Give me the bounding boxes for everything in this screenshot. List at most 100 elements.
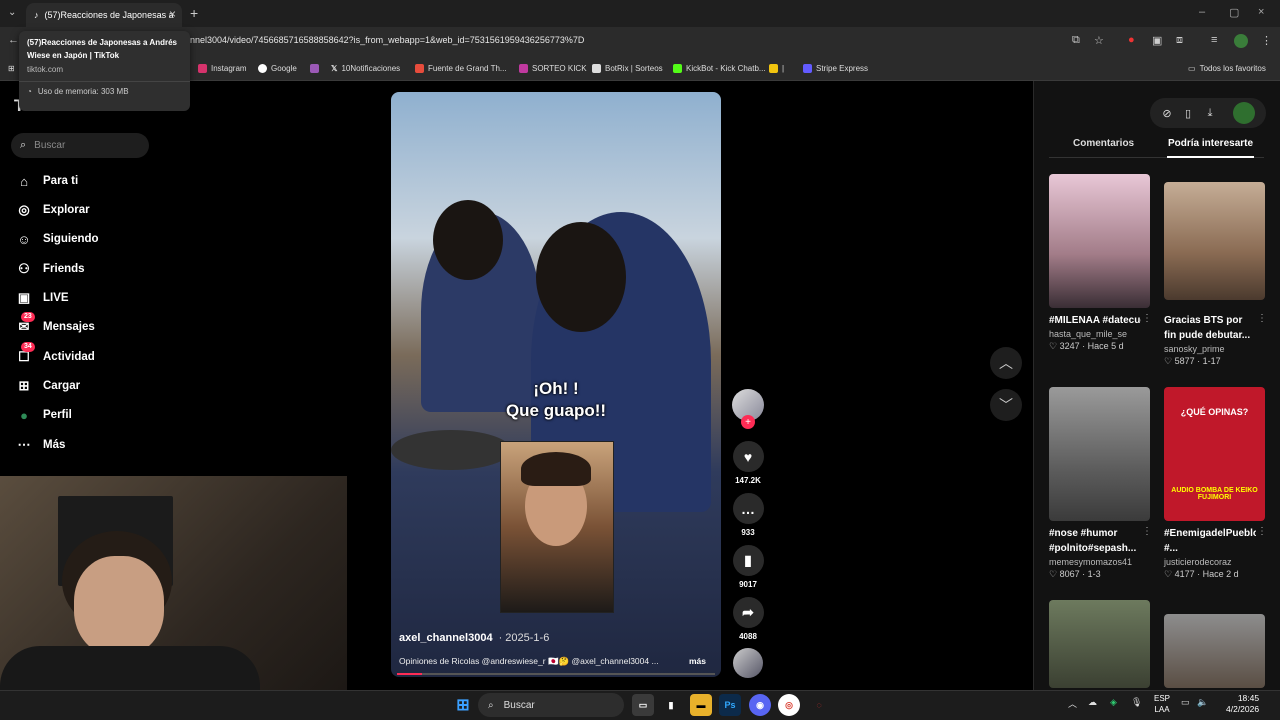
card-user[interactable]: justicierodecoraz xyxy=(1164,557,1265,567)
share-action[interactable]: ➦ 4088 xyxy=(732,597,764,641)
card-thumbnail[interactable] xyxy=(1164,182,1265,300)
tray-app-icon[interactable]: ☁ xyxy=(1088,697,1097,708)
sidebar-item-actividad[interactable]: ☐ 34 Actividad xyxy=(16,342,95,368)
like-action[interactable]: ♥ 147.2K xyxy=(732,441,764,485)
bookmark-botrix[interactable]: BotRix | Sorteos xyxy=(592,61,663,75)
cast-icon[interactable]: ⧉ xyxy=(1072,34,1080,47)
previous-video-button[interactable]: ︿ xyxy=(990,347,1022,379)
recommended-card-4[interactable]: ¿QUÉ OPINAS? AUDIO BOMBA DE KEIKO FUJIMO… xyxy=(1164,387,1267,580)
tray-shield-icon[interactable]: ◈ xyxy=(1110,697,1117,708)
card-user[interactable]: sanosky_prime xyxy=(1164,344,1265,354)
volume-icon[interactable]: 🔈 xyxy=(1197,697,1208,708)
video-author[interactable]: axel_channel3004 · 2025-1-6 xyxy=(399,632,549,644)
bookmark-icon[interactable]: ▮ xyxy=(732,545,764,576)
save-action[interactable]: ▮ 9017 xyxy=(732,545,764,589)
card-user[interactable]: hasta_que_mile_se xyxy=(1049,329,1150,339)
sidebar-item-live[interactable]: ▣ LIVE xyxy=(16,287,69,309)
tab-list-chevron-icon[interactable]: ⌄ xyxy=(8,7,16,18)
close-tab-icon[interactable]: × xyxy=(169,7,176,21)
tab-comments[interactable]: Comentarios xyxy=(1073,138,1134,149)
browser-tab[interactable]: ♪ (57)Reacciones de Japonesas a × xyxy=(26,3,182,27)
new-tab-button[interactable]: + xyxy=(190,5,198,21)
all-bookmarks[interactable]: ▭ Todos los favoritos xyxy=(1188,61,1266,75)
card-menu-icon[interactable]: ⋮ xyxy=(1142,526,1152,537)
share-icon[interactable]: ➦ xyxy=(732,597,764,628)
chrome-icon[interactable]: ◎ xyxy=(778,694,800,716)
bookmark-kickbot[interactable]: KickBot - Kick Chatb... xyxy=(673,61,766,75)
bookmark-stripe[interactable]: Stripe Express xyxy=(803,61,868,75)
apps-grid-icon[interactable]: ⊞ xyxy=(8,61,15,75)
profile-avatar-icon[interactable] xyxy=(1234,34,1248,48)
sound-disc-icon[interactable] xyxy=(733,648,763,678)
more-link[interactable]: más xyxy=(689,656,706,666)
url-field[interactable]: nnel3004/video/7456685716588858642?is_fr… xyxy=(190,35,1060,49)
card-title[interactable]: #EnemigadelPueblo #... xyxy=(1164,526,1256,556)
card-thumbnail[interactable]: ¿QUÉ OPINAS? AUDIO BOMBA DE KEIKO FUJIMO… xyxy=(1164,387,1265,521)
comment-action[interactable]: … 933 xyxy=(732,493,764,537)
taskbar-clock[interactable]: 18:45 4/2/2026 xyxy=(1226,693,1259,715)
bookmark-instagram[interactable]: Instagram xyxy=(198,61,247,75)
back-icon[interactable]: ← xyxy=(8,34,19,46)
recommended-card-3[interactable]: #nose #humor #polnito#sepash... ⋮ memesy… xyxy=(1049,387,1152,580)
reading-list-icon[interactable]: ≡ xyxy=(1211,34,1217,46)
card-title[interactable]: Gracias BTS por fin pude debutar... xyxy=(1164,313,1256,343)
card-title[interactable]: #MILENAA #datecuenta... xyxy=(1049,313,1141,328)
bookmark-separator[interactable]: | xyxy=(769,61,784,75)
compass-tool-icon[interactable]: ⊘ xyxy=(1157,103,1177,123)
video-progress-bar[interactable] xyxy=(397,673,715,675)
follow-plus-button[interactable]: + xyxy=(741,415,755,429)
comment-icon[interactable]: … xyxy=(732,493,764,524)
microphone-icon[interactable]: 🎙 xyxy=(1131,697,1142,708)
recommended-card-2[interactable]: Gracias BTS por fin pude debutar... ⋮ sa… xyxy=(1164,182,1267,367)
bookmark-x[interactable]: 𝕏 10Notificaciones xyxy=(331,61,400,75)
bookmark-star-icon[interactable]: ☆ xyxy=(1094,34,1104,47)
sidebar-item-siguiendo[interactable]: ☺ Siguiendo xyxy=(16,228,98,250)
sidebar-item-para-ti[interactable]: ⌂ Para ti xyxy=(16,170,78,192)
recommended-card-6-thumbnail[interactable] xyxy=(1164,614,1265,688)
sidebar-item-mensajes[interactable]: ✉ 23 Mensajes xyxy=(16,312,95,338)
windows-start-icon[interactable]: ⊞ xyxy=(452,694,474,716)
next-video-button[interactable]: ﹀ xyxy=(990,389,1022,421)
app-red-icon[interactable]: ◌ xyxy=(808,694,830,716)
search-input[interactable]: ⌕ Buscar xyxy=(11,133,149,158)
photoshop-icon[interactable]: Ps xyxy=(719,694,741,716)
sidebar-item-explorar[interactable]: ◎ Explorar xyxy=(16,199,89,221)
app-icon[interactable]: ▮ xyxy=(660,694,682,716)
recommended-card-5-thumbnail[interactable] xyxy=(1049,600,1150,688)
maximize-icon[interactable]: ▢ xyxy=(1229,6,1239,19)
device-icon[interactable]: ▯ xyxy=(1178,103,1198,123)
sidebar-item-más[interactable]: ⋯ Más xyxy=(16,434,66,456)
sidebar-item-friends[interactable]: ⚇ Friends xyxy=(16,258,84,280)
bookmark-fuente[interactable]: Fuente de Grand Th... xyxy=(415,61,507,75)
language-indicator[interactable]: ESP LAA xyxy=(1154,693,1170,715)
extension-icon[interactable]: ▣ xyxy=(1152,34,1162,47)
sidebar-item-perfil[interactable]: ● Perfil xyxy=(16,404,72,426)
task-view-icon[interactable]: ▭ xyxy=(632,694,654,716)
extensions-puzzle-icon[interactable]: ⧈ xyxy=(1176,34,1183,47)
tray-chevron-icon[interactable]: ︿ xyxy=(1068,697,1077,710)
bookmark-google[interactable]: Google xyxy=(258,61,297,75)
file-explorer-icon[interactable]: ▬ xyxy=(690,694,712,716)
author-name[interactable]: axel_channel3004 xyxy=(399,632,493,644)
tab-recommended[interactable]: Podría interesarte xyxy=(1168,138,1253,149)
card-menu-icon[interactable]: ⋮ xyxy=(1257,526,1267,537)
recommended-card-1[interactable]: #MILENAA #datecuenta... ⋮ hasta_que_mile… xyxy=(1049,174,1152,352)
heart-icon[interactable]: ♥ xyxy=(732,441,764,472)
card-title[interactable]: #nose #humor #polnito#sepash... xyxy=(1049,526,1141,556)
close-window-icon[interactable]: × xyxy=(1258,6,1264,18)
card-thumbnail[interactable] xyxy=(1049,174,1150,308)
taskbar-search[interactable]: ⌕ Buscar xyxy=(478,693,624,717)
bookmark-sorteo-kick[interactable]: SORTEO KICK xyxy=(519,61,587,75)
discord-icon[interactable]: ◉ xyxy=(749,694,771,716)
card-menu-icon[interactable]: ⋮ xyxy=(1257,313,1267,324)
extension-red-icon[interactable]: ● xyxy=(1128,34,1135,46)
network-icon[interactable]: ▭ xyxy=(1181,697,1190,708)
minimize-icon[interactable]: – xyxy=(1199,6,1205,18)
browser-menu-icon[interactable]: ⋮ xyxy=(1261,34,1272,47)
card-user[interactable]: memesymomazos41 xyxy=(1049,557,1150,567)
bookmark-extra[interactable] xyxy=(310,61,319,75)
card-thumbnail[interactable] xyxy=(1049,387,1150,521)
card-menu-icon[interactable]: ⋮ xyxy=(1142,313,1152,324)
user-avatar[interactable] xyxy=(1233,102,1255,124)
sidebar-item-cargar[interactable]: ⊞ Cargar xyxy=(16,375,81,397)
